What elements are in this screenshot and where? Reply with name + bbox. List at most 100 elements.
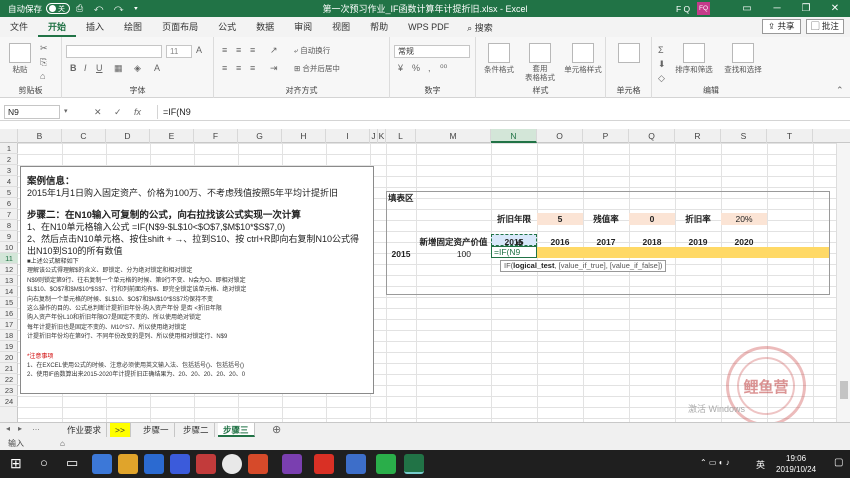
conditional-format-button[interactable]: 条件格式 [480, 43, 518, 75]
notification-icon[interactable]: ▢ [834, 457, 843, 468]
chrome-icon[interactable] [222, 454, 242, 474]
row-header[interactable]: 5 [0, 187, 18, 198]
search-box[interactable]: ⌕ 搜索 [467, 21, 493, 34]
row-header[interactable]: 6 [0, 198, 18, 209]
font-name-box[interactable] [66, 45, 162, 58]
add-sheet-icon[interactable]: ⊕ [272, 423, 281, 436]
sheet-tab[interactable]: 作业要求 [62, 423, 108, 437]
row-header[interactable]: 7 [0, 209, 18, 220]
tooltip-argument[interactable]: logical_test [513, 261, 554, 270]
sheet-tab-active[interactable]: 步骤三 [218, 423, 255, 437]
column-header[interactable]: I [326, 129, 370, 143]
tab-help[interactable]: 帮助 [360, 17, 398, 37]
vertical-scrollbar[interactable] [836, 143, 850, 422]
file-explorer-icon[interactable] [118, 454, 138, 474]
row-header[interactable]: 2 [0, 154, 18, 165]
row-header[interactable]: 24 [0, 396, 18, 407]
tab-insert[interactable]: 插入 [76, 17, 114, 37]
orientation-icon[interactable]: ↗ [270, 45, 278, 56]
confirm-icon[interactable]: ✓ [114, 107, 122, 118]
border-icon[interactable]: ▦ [114, 63, 123, 74]
copy-icon[interactable]: ⎘ [40, 57, 47, 68]
paste-button[interactable]: 粘贴 [6, 43, 34, 75]
accessibility-icon[interactable]: ⌂ [60, 437, 65, 450]
column-header[interactable]: M [416, 129, 491, 143]
excel-icon[interactable] [404, 454, 424, 474]
ribbon-display-icon[interactable]: ▭ [733, 0, 761, 17]
quick-access-toolbar[interactable]: ⎙ ↶ ↷ ▾ [76, 3, 142, 14]
more-sheets-icon[interactable]: … [32, 423, 40, 432]
column-header[interactable]: Q [629, 129, 675, 143]
scroll-thumb[interactable] [840, 381, 848, 399]
column-header[interactable]: K [378, 129, 386, 143]
select-all-corner[interactable] [0, 129, 18, 143]
depreciation-rate-value[interactable]: 20% [721, 213, 767, 225]
column-header[interactable]: B [18, 129, 62, 143]
tab-wps-pdf[interactable]: WPS PDF [398, 17, 459, 37]
share-button[interactable]: ⇪ 共享 [762, 19, 801, 34]
active-cell-editor[interactable]: =IF(N9 [491, 246, 537, 258]
column-header[interactable]: O [537, 129, 583, 143]
underline-icon[interactable]: U [96, 63, 103, 73]
row-header[interactable]: 19 [0, 341, 18, 352]
row-header[interactable]: 21 [0, 363, 18, 374]
cells-button[interactable] [616, 43, 642, 64]
ime-indicator[interactable]: 英 [756, 458, 765, 471]
wrap-text-button[interactable]: ⤶ 自动换行 [294, 45, 330, 56]
decimal-icon[interactable]: ⁰⁰ [440, 63, 447, 74]
minimize-icon[interactable]: ─ [763, 0, 791, 17]
row-header[interactable]: 14 [0, 286, 18, 297]
app-icon-2[interactable] [170, 454, 190, 474]
windows-start-icon[interactable]: ⊞ [10, 455, 22, 472]
depreciation-years-value[interactable]: 5 [537, 213, 583, 225]
grow-font-icon[interactable]: A [196, 45, 202, 55]
onenote-icon[interactable] [282, 454, 302, 474]
clock[interactable]: 19:06 2019/10/24 [776, 453, 816, 475]
number-format-box[interactable]: 常规 [394, 45, 470, 58]
comma-icon[interactable]: , [428, 63, 431, 73]
column-header[interactable]: L [386, 129, 416, 143]
row-header[interactable]: 17 [0, 319, 18, 330]
row-header[interactable]: 3 [0, 165, 18, 176]
row-header[interactable]: 8 [0, 220, 18, 231]
find-select-button[interactable]: 查找和选择 [720, 43, 766, 75]
autosum-icon[interactable]: Σ [658, 45, 664, 55]
residual-rate-value[interactable]: 0 [629, 213, 675, 225]
column-header[interactable]: T [767, 129, 813, 143]
purchase-year[interactable]: 2015 [386, 248, 416, 260]
name-box-dropdown-icon[interactable]: ▾ [64, 107, 68, 115]
task-view-icon[interactable]: ▭ [66, 455, 78, 471]
currency-icon[interactable]: ¥ [398, 63, 403, 73]
row-header[interactable]: 1 [0, 143, 18, 154]
cut-icon[interactable]: ✂ [40, 43, 48, 54]
column-header[interactable]: F [194, 129, 238, 143]
italic-icon[interactable]: I [84, 63, 87, 73]
align-right-icon[interactable]: ≡ [250, 63, 255, 73]
row-header[interactable]: 18 [0, 330, 18, 341]
align-left-icon[interactable]: ≡ [222, 63, 227, 73]
align-middle-icon[interactable]: ≡ [236, 45, 241, 55]
percent-icon[interactable]: % [412, 63, 420, 73]
row-header[interactable]: 22 [0, 374, 18, 385]
column-header[interactable]: S [721, 129, 767, 143]
autosave-toggle[interactable]: 关 [46, 3, 71, 14]
align-center-icon[interactable]: ≡ [236, 63, 241, 73]
maximize-icon[interactable]: ❐ [792, 0, 820, 17]
sheet-tab[interactable]: 步骤二 [178, 423, 215, 437]
row-header[interactable]: 16 [0, 308, 18, 319]
column-header[interactable]: D [106, 129, 150, 143]
row-header-selected[interactable]: 11 [0, 253, 18, 264]
tab-data[interactable]: 数据 [246, 17, 284, 37]
app-icon-1[interactable] [92, 454, 112, 474]
sheet-tab[interactable]: 步骤一 [138, 423, 175, 437]
formula-input[interactable]: =IF(N9 [157, 105, 837, 119]
tray-icons[interactable]: ⌃ ▭ ◐ ♪ [700, 458, 730, 467]
close-icon[interactable]: ✕ [821, 0, 849, 17]
align-bottom-icon[interactable]: ≡ [250, 45, 255, 55]
info-text-box[interactable]: 案例信息： 2015年1月1日购入固定资产、价格为100万、不考虑残值按照5年平… [20, 166, 374, 394]
app-icon-3[interactable] [196, 454, 216, 474]
column-header[interactable]: P [583, 129, 629, 143]
bold-icon[interactable]: B [70, 63, 77, 73]
format-painter-icon[interactable]: ⌂ [40, 71, 45, 81]
avatar[interactable]: FQ [697, 2, 710, 15]
